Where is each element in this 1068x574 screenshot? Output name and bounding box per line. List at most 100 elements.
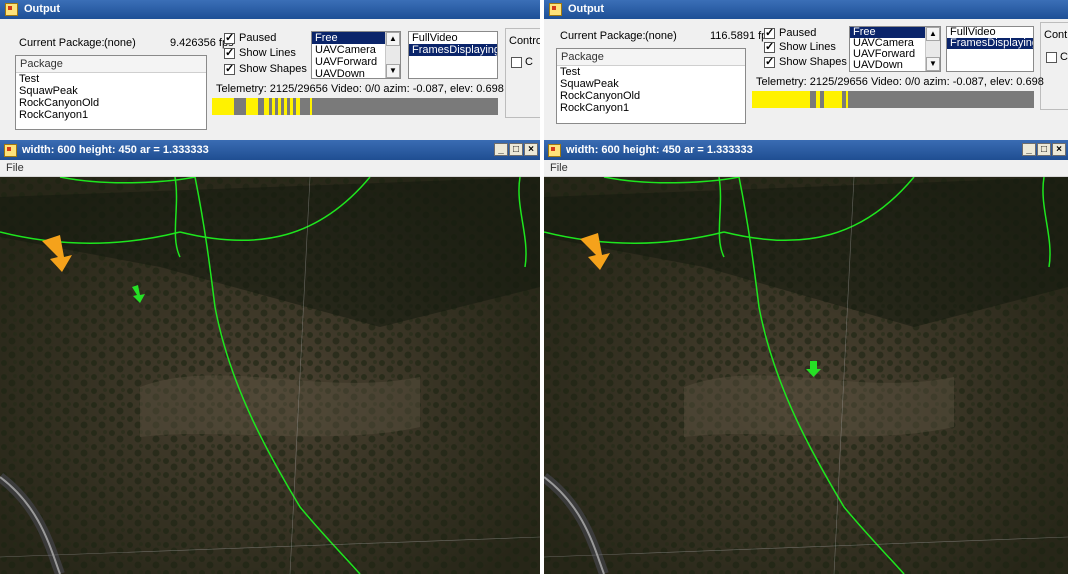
video-title: width: 600 height: 450 ar = 1.333333 bbox=[22, 144, 209, 156]
current-package-label: Current Package: bbox=[560, 30, 646, 42]
terrain-view bbox=[544, 177, 1068, 574]
list-item[interactable]: Test bbox=[16, 73, 206, 85]
package-list[interactable]: Package Test SquawPeak RockCanyonOld Roc… bbox=[15, 55, 207, 130]
checkbox-check[interactable] bbox=[764, 55, 775, 68]
video-title: width: 600 height: 450 ar = 1.333333 bbox=[566, 144, 753, 156]
camera-mode-list[interactable]: Free UAVCamera UAVForward UAVDown ▲ ▼ bbox=[849, 26, 941, 72]
scroll-down-icon[interactable]: ▼ bbox=[386, 64, 400, 78]
menu-file[interactable]: File bbox=[550, 162, 568, 174]
app-icon bbox=[5, 3, 18, 16]
close-icon[interactable]: × bbox=[524, 143, 538, 156]
controls-groupbox: Contro C bbox=[505, 28, 540, 118]
show-shapes-checkbox[interactable]: Show Shapes bbox=[764, 55, 847, 68]
video-window: width: 600 height: 450 ar = 1.333333 _ □ ×… bbox=[0, 140, 540, 574]
playback-mode-list[interactable]: FullVideo FramesDisplayingTa bbox=[408, 31, 498, 79]
app-icon bbox=[549, 3, 562, 16]
app-icon bbox=[4, 144, 17, 157]
telemetry-readout: Telemetry: 2125/29656 Video: 0/0 azim: -… bbox=[216, 83, 504, 95]
show-lines-label: Show Lines bbox=[239, 47, 296, 59]
window-controls: _ □ × bbox=[493, 143, 538, 156]
timeline-marker bbox=[816, 91, 820, 108]
checkbox-check[interactable] bbox=[764, 40, 775, 53]
maximize-icon[interactable]: □ bbox=[509, 143, 523, 156]
show-lines-label: Show Lines bbox=[779, 41, 836, 53]
window-title: Output bbox=[568, 3, 605, 15]
playback-mode-list[interactable]: FullVideo FramesDisplayingTa bbox=[946, 26, 1034, 72]
timeline-marker bbox=[846, 91, 848, 108]
scroll-up-icon[interactable]: ▲ bbox=[926, 27, 940, 41]
list-item[interactable]: RockCanyon1 bbox=[557, 102, 745, 114]
list-item[interactable]: RockCanyon1 bbox=[16, 109, 206, 121]
show-lines-checkbox[interactable]: Show Lines bbox=[224, 46, 296, 59]
timeline-marker bbox=[246, 98, 258, 115]
package-list[interactable]: Package Test SquawPeak RockCanyonOld Roc… bbox=[556, 48, 746, 124]
window-controls: _ □ × bbox=[1021, 143, 1066, 156]
camera-list-scrollbar[interactable]: ▲ ▼ bbox=[385, 32, 400, 78]
minimize-icon[interactable]: _ bbox=[494, 143, 508, 156]
left-output-window: Output Current Package: (none) 9.426356 … bbox=[0, 0, 540, 574]
list-item[interactable]: FramesDisplayingTa bbox=[409, 44, 497, 56]
list-item[interactable]: FramesDisplayingTa bbox=[947, 38, 1033, 49]
package-column-header[interactable]: Package bbox=[557, 49, 745, 66]
current-package-value: (none) bbox=[645, 30, 677, 42]
maximize-icon[interactable]: □ bbox=[1037, 143, 1051, 156]
window-title: Output bbox=[24, 3, 61, 15]
timeline-marker bbox=[212, 98, 234, 115]
timeline-marker bbox=[278, 98, 281, 115]
camera-list-scrollbar[interactable]: ▲ ▼ bbox=[925, 27, 940, 71]
list-item[interactable]: RockCanyonOld bbox=[16, 97, 206, 109]
paused-checkbox[interactable]: Paused bbox=[764, 26, 817, 39]
show-shapes-label: Show Shapes bbox=[779, 56, 847, 68]
telemetry-readout: Telemetry: 2125/29656 Video: 0/0 azim: -… bbox=[756, 76, 1044, 88]
current-package-label: Current Package: bbox=[19, 37, 105, 49]
minimize-icon[interactable]: _ bbox=[1022, 143, 1036, 156]
app-icon bbox=[548, 144, 561, 157]
output-titlebar: Output bbox=[544, 0, 1068, 19]
timeline-marker bbox=[296, 98, 300, 115]
video-menubar: File bbox=[544, 160, 1068, 177]
video-window: width: 600 height: 450 ar = 1.333333 _ □ ×… bbox=[544, 140, 1068, 574]
list-item[interactable]: FullVideo bbox=[409, 32, 497, 44]
list-item[interactable]: Test bbox=[557, 66, 745, 78]
timeline-marker bbox=[284, 98, 287, 115]
list-item[interactable]: SquawPeak bbox=[16, 85, 206, 97]
current-package-value: (none) bbox=[104, 37, 136, 49]
timeline-marker bbox=[824, 91, 842, 108]
timeline-bar[interactable] bbox=[212, 98, 498, 115]
timeline-marker bbox=[290, 98, 293, 115]
checkbox-check[interactable] bbox=[764, 26, 775, 39]
video-menubar: File bbox=[0, 160, 540, 177]
controls-groupbox: Contr C bbox=[1040, 22, 1068, 110]
right-output-window: Output Current Package: (none) 116.5891 … bbox=[544, 0, 1068, 574]
show-shapes-label: Show Shapes bbox=[239, 63, 307, 75]
timeline-marker bbox=[272, 98, 275, 115]
list-item[interactable]: RockCanyonOld bbox=[557, 90, 745, 102]
video-titlebar: width: 600 height: 450 ar = 1.333333 _ □ × bbox=[0, 140, 540, 160]
timeline-bar[interactable] bbox=[752, 91, 1034, 108]
timeline-marker bbox=[264, 98, 269, 115]
checkbox-check[interactable] bbox=[224, 46, 235, 59]
checkbox-check[interactable] bbox=[224, 31, 235, 44]
scroll-up-icon[interactable]: ▲ bbox=[386, 32, 400, 46]
controls-label: Contr bbox=[1044, 29, 1068, 41]
show-shapes-checkbox[interactable]: Show Shapes bbox=[224, 62, 307, 75]
list-item[interactable]: SquawPeak bbox=[557, 78, 745, 90]
close-icon[interactable]: × bbox=[1052, 143, 1066, 156]
paused-label: Paused bbox=[779, 27, 817, 39]
video-titlebar: width: 600 height: 450 ar = 1.333333 _ □ × bbox=[544, 140, 1068, 160]
package-column-header[interactable]: Package bbox=[16, 56, 206, 73]
menu-file[interactable]: File bbox=[6, 162, 24, 174]
checkbox-check[interactable] bbox=[224, 62, 235, 75]
controls-label: Contro bbox=[509, 35, 540, 47]
paused-label: Paused bbox=[239, 32, 277, 44]
output-titlebar: Output bbox=[0, 0, 540, 19]
terrain-view bbox=[0, 177, 540, 574]
timeline-marker bbox=[752, 91, 810, 108]
paused-checkbox[interactable]: Paused bbox=[224, 31, 277, 44]
timeline-marker bbox=[310, 98, 312, 115]
controls-checkbox[interactable]: C bbox=[511, 56, 533, 68]
camera-mode-list[interactable]: Free UAVCamera UAVForward UAVDown ▲ ▼ bbox=[311, 31, 401, 79]
scroll-down-icon[interactable]: ▼ bbox=[926, 57, 940, 71]
controls-checkbox[interactable]: C bbox=[1046, 51, 1068, 63]
show-lines-checkbox[interactable]: Show Lines bbox=[764, 40, 836, 53]
